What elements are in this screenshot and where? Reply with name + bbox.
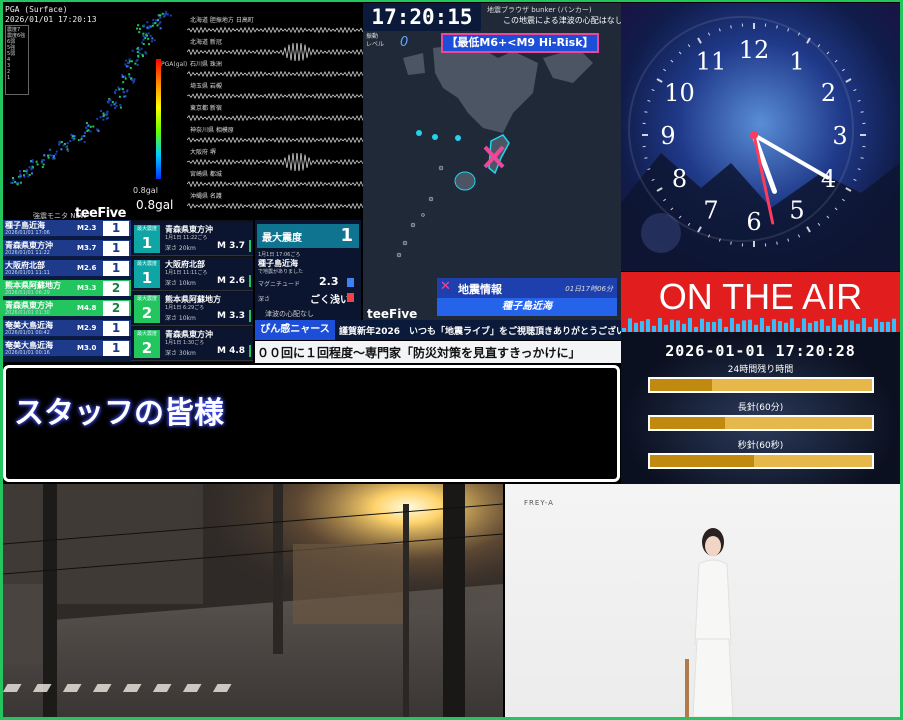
screen-frame <box>0 0 903 720</box>
